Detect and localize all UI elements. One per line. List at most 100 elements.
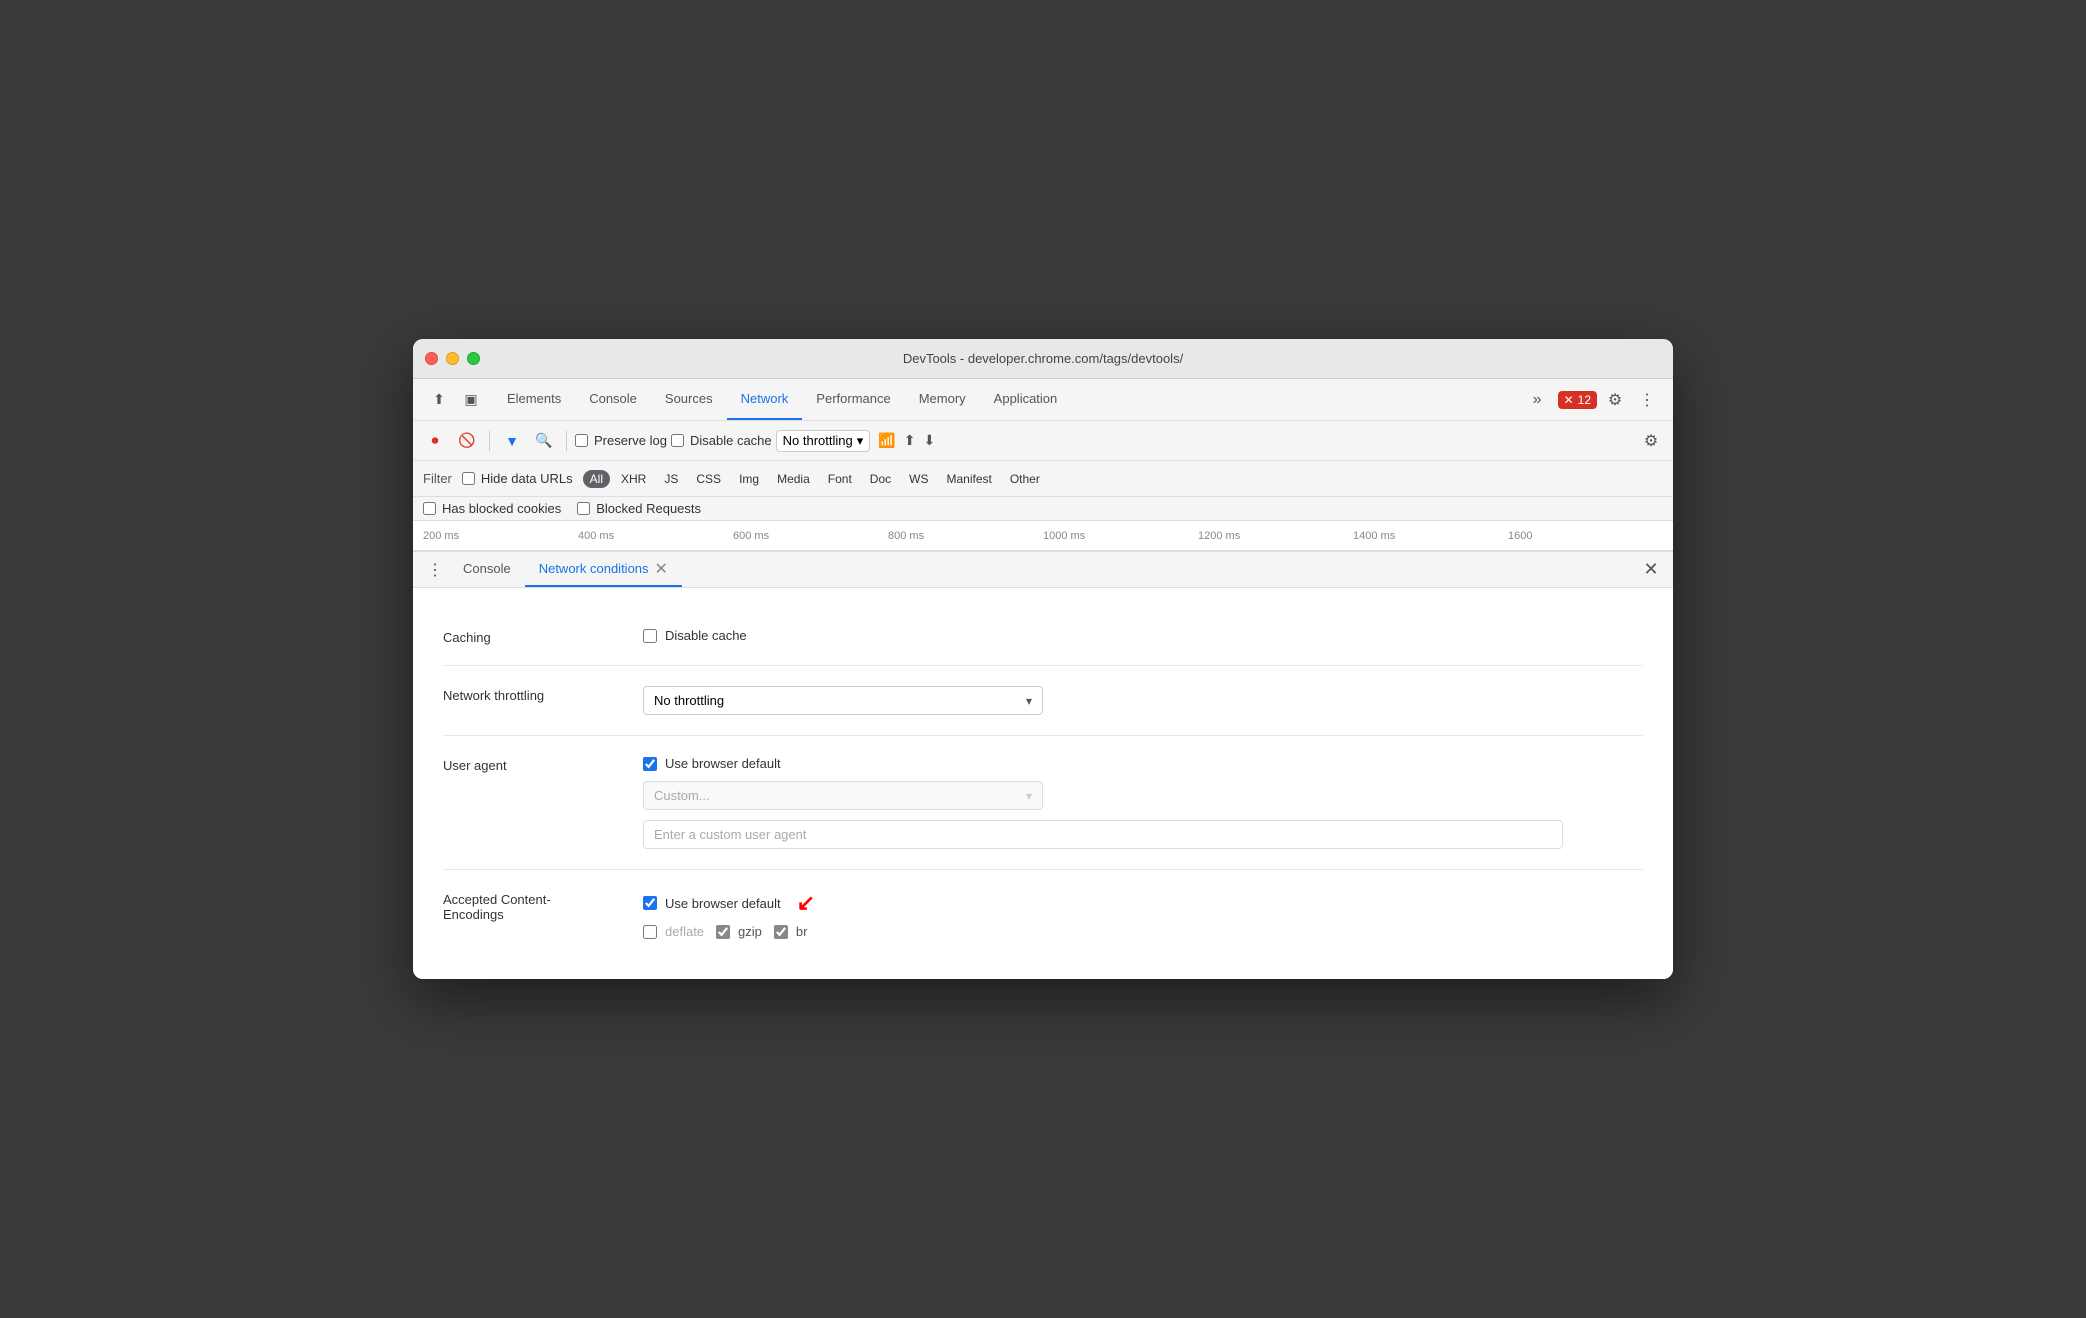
preserve-log-checkbox[interactable] <box>575 434 588 447</box>
settings-button[interactable]: ⚙ <box>1601 386 1629 414</box>
toolbar: ⏺ 🚫 ▼ 🔍 Preserve log Disable cache No th… <box>413 421 1673 461</box>
clear-button[interactable]: 🚫 <box>453 427 481 455</box>
filter-type-xhr[interactable]: XHR <box>614 470 653 488</box>
blocked-requests-label[interactable]: Blocked Requests <box>577 501 701 516</box>
upload-icon[interactable]: ⬆ <box>904 432 916 449</box>
blocked-requests-checkbox[interactable] <box>577 502 590 515</box>
panel-menu-icon[interactable]: ⋮ <box>421 556 449 584</box>
tab-performance[interactable]: Performance <box>802 379 904 420</box>
timeline-600: 600 ms <box>733 530 888 542</box>
network-settings-button[interactable]: ⚙ <box>1637 427 1665 455</box>
disable-cache-label[interactable]: Disable cache <box>671 433 772 448</box>
tab-sources[interactable]: Sources <box>651 379 727 420</box>
filter-type-media[interactable]: Media <box>770 470 817 488</box>
throttle-arrow-icon: ▾ <box>857 433 864 449</box>
tab-memory[interactable]: Memory <box>905 379 980 420</box>
throttling-dropdown[interactable]: No throttling ▾ <box>643 686 1043 715</box>
tab-right-controls: ✕ 12 ⚙ ⋮ <box>1550 386 1669 414</box>
filter-type-css[interactable]: CSS <box>689 470 728 488</box>
download-icon[interactable]: ⬇ <box>923 432 935 449</box>
toolbar-separator-1 <box>489 431 490 451</box>
throttling-row: Network throttling No throttling ▾ <box>443 666 1643 736</box>
filter-type-font[interactable]: Font <box>821 470 859 488</box>
gzip-label[interactable]: gzip <box>716 924 762 939</box>
encodings-label: Accepted Content-Encodings <box>443 890 643 922</box>
filter-type-ws[interactable]: WS <box>902 470 935 488</box>
custom-arrow-icon: ▾ <box>1026 789 1032 803</box>
throttle-value: No throttling <box>783 433 853 448</box>
filter-type-js[interactable]: JS <box>657 470 685 488</box>
disable-cache-row-checkbox[interactable] <box>643 629 657 643</box>
wifi-icon[interactable]: 📶 <box>878 432 895 449</box>
br-checkbox[interactable] <box>774 925 788 939</box>
filter-label: Filter <box>423 471 452 486</box>
br-label[interactable]: br <box>774 924 808 939</box>
close-button[interactable] <box>425 352 438 365</box>
record-button[interactable]: ⏺ <box>421 427 449 455</box>
encoding-options-row: deflate gzip br <box>643 924 1643 939</box>
use-browser-default-checkbox[interactable] <box>643 757 657 771</box>
blocked-cookies-checkbox[interactable] <box>423 502 436 515</box>
timeline-1000: 1000 ms <box>1043 530 1198 542</box>
timeline-400: 400 ms <box>578 530 733 542</box>
blocked-cookies-label[interactable]: Has blocked cookies <box>423 501 561 516</box>
cursor-icon[interactable]: ⬆ <box>425 386 453 414</box>
minimize-button[interactable] <box>446 352 459 365</box>
devtools-window: DevTools - developer.chrome.com/tags/dev… <box>413 339 1673 979</box>
more-options-button[interactable]: ⋮ <box>1633 386 1661 414</box>
use-browser-default-encodings-text: Use browser default <box>665 896 781 911</box>
throttle-select[interactable]: No throttling ▾ <box>776 430 871 452</box>
bottom-panel: ⋮ Console Network conditions ✕ ✕ Caching… <box>413 551 1673 979</box>
tab-application[interactable]: Application <box>980 379 1072 420</box>
error-badge[interactable]: ✕ 12 <box>1558 391 1597 409</box>
disable-cache-row-label[interactable]: Disable cache <box>643 628 1643 643</box>
panel-tab-close-icon[interactable]: ✕ <box>655 559 668 579</box>
panel-close-button[interactable]: ✕ <box>1637 556 1665 584</box>
more-tabs-button[interactable]: » <box>1525 391 1550 409</box>
deflate-label[interactable]: deflate <box>643 924 704 939</box>
panel-tab-console[interactable]: Console <box>449 552 525 587</box>
filter-type-other[interactable]: Other <box>1003 470 1047 488</box>
maximize-button[interactable] <box>467 352 480 365</box>
tab-elements[interactable]: Elements <box>493 379 575 420</box>
tab-network[interactable]: Network <box>727 379 803 420</box>
device-icon[interactable]: ▣ <box>457 386 485 414</box>
custom-user-agent-input[interactable] <box>643 820 1563 849</box>
disable-cache-checkbox[interactable] <box>671 434 684 447</box>
red-arrow-annotation-2: ↙ <box>797 890 815 916</box>
preserve-log-label[interactable]: Preserve log <box>575 433 667 448</box>
use-browser-default-encodings-label[interactable]: Use browser default ↙ <box>643 890 1643 916</box>
use-browser-default-text: Use browser default <box>665 756 781 771</box>
deflate-checkbox[interactable] <box>643 925 657 939</box>
filter-type-manifest[interactable]: Manifest <box>939 470 998 488</box>
user-agent-label: User agent <box>443 756 643 773</box>
filter-icon[interactable]: ▼ <box>498 427 526 455</box>
panel-tab-network-conditions[interactable]: Network conditions ✕ <box>525 552 682 587</box>
tab-console[interactable]: Console <box>575 379 651 420</box>
custom-dropdown[interactable]: Custom... ▾ <box>643 781 1043 810</box>
caching-label: Caching <box>443 628 643 645</box>
preserve-log-text: Preserve log <box>594 433 667 448</box>
filter-types: All XHR JS CSS Img Media Font Doc WS Man… <box>583 470 1047 488</box>
conditions-content: Caching Disable cache Network throttling… <box>413 588 1673 979</box>
user-agent-control: Use browser default Custom... ▾ <box>643 756 1643 849</box>
caching-row: Caching Disable cache <box>443 608 1643 666</box>
filter-type-img[interactable]: Img <box>732 470 766 488</box>
encodings-row: Accepted Content-Encodings Use browser d… <box>443 870 1643 959</box>
use-browser-default-encodings-checkbox[interactable] <box>643 896 657 910</box>
search-button[interactable]: 🔍 <box>530 427 558 455</box>
hide-data-urls-checkbox[interactable] <box>462 472 475 485</box>
timeline-800: 800 ms <box>888 530 1043 542</box>
panel-network-conditions-label: Network conditions <box>539 561 649 576</box>
use-browser-default-label[interactable]: Use browser default <box>643 756 1643 771</box>
blocked-requests-text: Blocked Requests <box>596 501 701 516</box>
encodings-label-text: Accepted Content-Encodings <box>443 892 551 922</box>
gzip-checkbox[interactable] <box>716 925 730 939</box>
hide-data-urls-label[interactable]: Hide data URLs <box>462 471 573 486</box>
filter-type-all[interactable]: All <box>583 470 610 488</box>
throttling-label: Network throttling <box>443 686 643 703</box>
user-agent-row: User agent Use browser default Custom...… <box>443 736 1643 870</box>
encodings-options: Use browser default ↙ deflate gzip <box>643 890 1643 939</box>
filter-type-doc[interactable]: Doc <box>863 470 898 488</box>
throttling-control: No throttling ▾ <box>643 686 1643 715</box>
